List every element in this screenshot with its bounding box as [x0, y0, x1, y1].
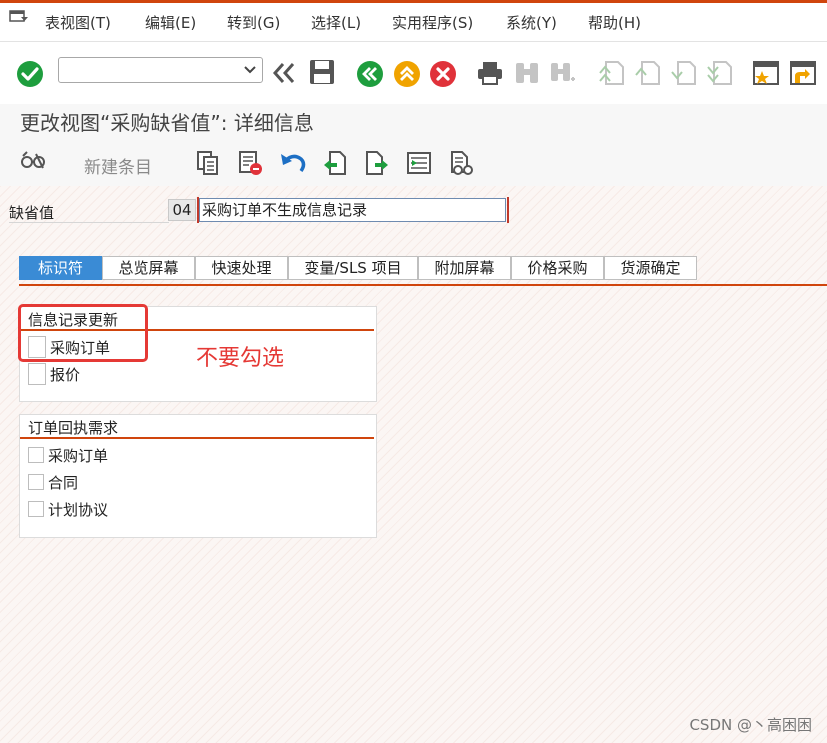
ack-purchase-order-checkbox[interactable] [28, 447, 44, 463]
menu-bar: 表视图(T) 编辑(E) 转到(G) 选择(L) 实用程序(S) 系统(Y) 帮… [0, 3, 827, 42]
default-value-label: 缺省值 [9, 204, 55, 222]
order-acknowledgement-group: 订单回执需求 采购订单 合同 计划协议 [19, 414, 377, 538]
command-field[interactable] [58, 57, 263, 83]
copy-icon[interactable] [195, 150, 221, 176]
last-page-icon [707, 61, 732, 85]
page-title: 更改视图“采购缺省值”: 详细信息 [20, 111, 314, 135]
group-title-underline [20, 437, 374, 439]
previous-entry-icon[interactable] [322, 150, 348, 176]
default-value-key: 04 [168, 199, 196, 221]
print-icon[interactable] [476, 59, 504, 87]
tab-underline [19, 284, 827, 286]
display-change-icon[interactable] [20, 150, 46, 174]
checkbox-label: 采购订单 [48, 447, 109, 465]
annotation-note: 不要勾选 [196, 346, 285, 371]
first-page-icon [599, 61, 624, 85]
find-next-icon [551, 63, 575, 81]
save-icon[interactable] [308, 58, 336, 86]
label-underline [9, 222, 169, 223]
application-toolbar: 新建条目 [0, 140, 827, 186]
tab-variant-sls-items[interactable]: 变量/SLS 项目 [288, 256, 418, 280]
collapse-icon[interactable] [272, 61, 296, 85]
tab-source-determination[interactable]: 货源确定 [604, 256, 697, 280]
undo-icon[interactable] [279, 150, 307, 176]
tab-price-procurement[interactable]: 价格采购 [511, 256, 604, 280]
chevron-down-icon[interactable] [244, 63, 256, 75]
menu-system[interactable]: 系统(Y) [506, 12, 557, 33]
print-view-icon[interactable] [448, 150, 474, 176]
quotation-checkbox[interactable] [28, 363, 46, 385]
standard-toolbar [0, 42, 827, 104]
menu-help[interactable]: 帮助(H) [588, 12, 641, 33]
new-entries-button[interactable]: 新建条目 [84, 153, 152, 178]
cancel-icon[interactable] [429, 60, 457, 88]
prev-page-icon [635, 61, 660, 85]
watermark: CSDN @丶高困困 [689, 716, 812, 734]
checkbox-label: 计划协议 [48, 501, 109, 519]
enter-check-icon[interactable] [16, 60, 44, 88]
checkbox-label: 合同 [48, 474, 79, 492]
menu-select[interactable]: 选择(L) [311, 12, 361, 33]
menu-utilities[interactable]: 实用程序(S) [392, 12, 473, 33]
exit-icon[interactable] [393, 60, 421, 88]
menu-table-view[interactable]: 表视图(T) [45, 12, 111, 33]
next-page-icon [671, 61, 696, 85]
tab-quick-processing[interactable]: 快速处理 [195, 256, 288, 280]
annotation-highlight-box [18, 304, 148, 362]
group-title: 订单回执需求 [28, 419, 119, 437]
menu-edit[interactable]: 编辑(E) [145, 12, 196, 33]
back-icon[interactable] [356, 60, 384, 88]
tab-additional-screen[interactable]: 附加屏幕 [418, 256, 511, 280]
checkbox-label: 报价 [50, 366, 81, 384]
find-icon [516, 63, 538, 83]
ack-scheduling-agreement-checkbox[interactable] [28, 501, 44, 517]
create-session-icon[interactable] [752, 59, 780, 87]
delete-icon[interactable] [237, 150, 263, 176]
menu-icon[interactable] [9, 10, 29, 24]
select-block-icon[interactable] [406, 150, 432, 176]
content-area: 缺省值 04 采购订单不生成信息记录 标识符 总览屏幕 快速处理 变量/SLS … [0, 186, 827, 743]
shortcut-icon[interactable] [789, 59, 817, 87]
menu-goto[interactable]: 转到(G) [227, 12, 280, 33]
next-entry-icon[interactable] [364, 150, 390, 176]
title-bar: 更改视图“采购缺省值”: 详细信息 [0, 104, 827, 140]
tab-overview-screen[interactable]: 总览屏幕 [102, 256, 195, 280]
ack-contract-checkbox[interactable] [28, 474, 44, 490]
tab-identifier[interactable]: 标识符 [19, 256, 102, 280]
default-value-description-field[interactable]: 采购订单不生成信息记录 [197, 197, 509, 223]
